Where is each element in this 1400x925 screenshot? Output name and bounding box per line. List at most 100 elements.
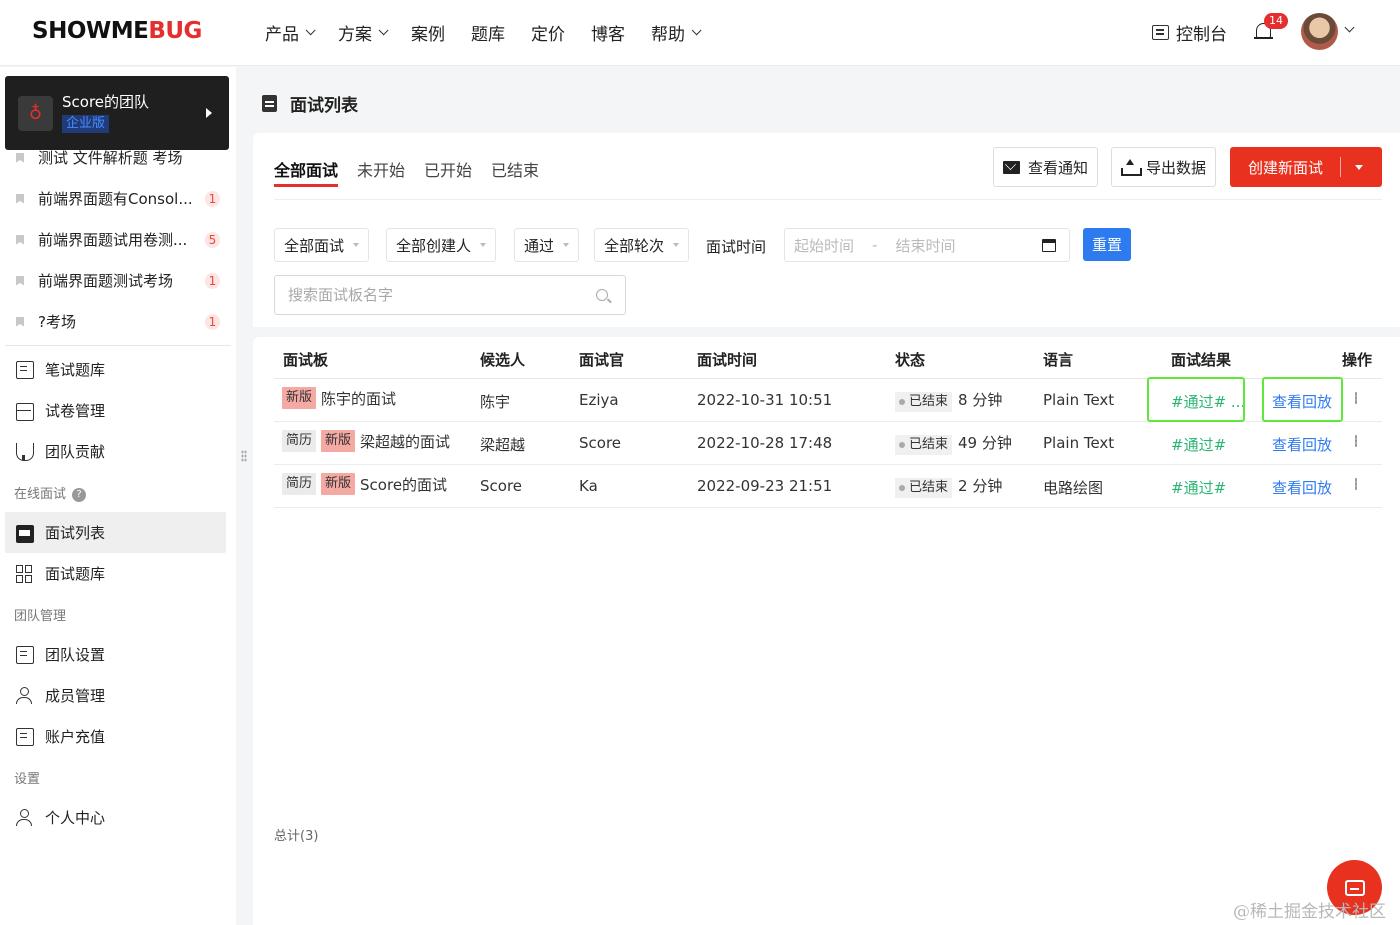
sidebar-exam-item[interactable]: 前端界面题测试考场 1	[0, 260, 236, 301]
avatar[interactable]	[1301, 13, 1338, 50]
chevron-down-icon[interactable]	[1344, 22, 1355, 33]
view-notifications-button[interactable]: 查看通知	[993, 147, 1099, 187]
interview-board-cell[interactable]: 简历 新版 Score的面试	[282, 473, 447, 495]
count-badge: 1	[205, 191, 220, 207]
section-settings: 设置	[0, 757, 236, 797]
team-tier-badge: 企业版	[62, 115, 110, 133]
nav-label: 题库	[471, 25, 505, 45]
sidebar-exam-item[interactable]: ?考场 1	[0, 301, 236, 342]
nav-cases[interactable]: 案例	[411, 20, 445, 45]
section-online-interview: 在线面试?	[0, 472, 236, 512]
more-options-icon[interactable]	[1355, 435, 1357, 447]
interview-table-panel: 面试板 候选人 面试官 面试时间 状态 语言 面试结果 操作 新版 陈宇的面试 …	[253, 337, 1400, 925]
sidebar-item-interview-list[interactable]: 面试列表	[5, 512, 226, 553]
more-options-icon[interactable]	[1355, 478, 1357, 490]
interview-board-name[interactable]: 梁超越的面试	[360, 431, 450, 452]
export-data-button[interactable]: 导出数据	[1111, 147, 1217, 187]
nav-label: 定价	[531, 25, 565, 45]
sidebar-item-label: 成员管理	[45, 687, 106, 705]
range-separator: -	[872, 236, 878, 254]
interview-board-name[interactable]: Score的面试	[360, 474, 447, 495]
date-range-picker[interactable]: 起始时间 - 结束时间	[784, 228, 1070, 262]
nav-help[interactable]: 帮助	[651, 20, 702, 45]
sidebar-item-recharge[interactable]: 账户充值	[0, 716, 236, 757]
nav-solutions[interactable]: 方案	[338, 20, 389, 45]
interview-board-cell[interactable]: 新版 陈宇的面试	[282, 387, 396, 409]
sidebar-exam-label: 测试 文件解析题 考场	[38, 149, 183, 167]
sidebar-item-written-bank[interactable]: 笔试题库	[0, 349, 236, 390]
sidebar-item-papers[interactable]: 试卷管理	[0, 390, 236, 431]
resume-tag[interactable]: 简历	[282, 473, 317, 495]
tab-ended[interactable]: 已结束	[491, 157, 539, 187]
sidebar-item-label: 笔试题库	[45, 361, 106, 379]
console-icon	[1152, 25, 1169, 40]
button-label: 查看通知	[1028, 158, 1089, 177]
status-cell: 已结束 49 分钟	[895, 432, 1012, 455]
creator-select[interactable]: 全部创建人	[386, 228, 497, 262]
document-icon	[16, 360, 34, 379]
total-count: 总计(3)	[274, 829, 319, 844]
search-input[interactable]	[288, 286, 578, 304]
sidebar-item-team-settings[interactable]: 团队设置	[0, 634, 236, 675]
select-value: 全部轮次	[604, 236, 665, 255]
caret-down-icon	[673, 243, 680, 247]
start-date-input[interactable]: 起始时间	[794, 235, 854, 256]
result-cell[interactable]: #通过#	[1171, 434, 1226, 455]
interview-time-label: 面试时间	[706, 238, 767, 256]
sidebar-item-interview-bank[interactable]: 面试题库	[0, 553, 236, 594]
reset-button[interactable]: 重置	[1083, 228, 1131, 261]
resize-handle[interactable]	[241, 450, 247, 462]
end-date-input[interactable]: 结束时间	[895, 235, 955, 256]
tab-started[interactable]: 已开始	[424, 157, 472, 187]
sidebar-exam-item[interactable]: 前端界面题试用卷测... 5	[0, 219, 236, 260]
nav-pricing[interactable]: 定价	[531, 20, 565, 45]
showmebug-logo[interactable]: SHOWMEBUG	[32, 18, 202, 44]
nav-blog[interactable]: 博客	[591, 20, 625, 45]
calendar-icon	[1042, 239, 1056, 252]
filter-panel: 全部面试 未开始 已开始 已结束 查看通知 导出数据 创建新面试 全部面试 全部…	[253, 133, 1400, 327]
grid-icon	[16, 564, 34, 583]
table-row[interactable]: 简历 新版 梁超越的面试 梁超越 Score 2022-10-28 17:48 …	[274, 422, 1382, 465]
tab-all[interactable]: 全部面试	[274, 157, 339, 187]
status-badge: 已结束	[895, 392, 953, 412]
more-options-icon[interactable]	[1355, 392, 1357, 404]
top-navigation: SHOWMEBUG 产品 方案 案例 题库 定价 博客 帮助 控制台 14	[0, 0, 1400, 66]
tab-not-started[interactable]: 未开始	[357, 157, 405, 187]
team-switcher[interactable]: ♁ Score的团队 企业版	[5, 76, 229, 150]
sidebar-item-label: 团队贡献	[45, 443, 106, 461]
search-icon[interactable]	[596, 289, 608, 301]
nav-label: 帮助	[651, 25, 685, 45]
chevron-down-icon	[305, 25, 316, 36]
select-value: 全部创建人	[396, 236, 472, 255]
round-select[interactable]: 全部轮次	[594, 228, 690, 262]
upload-icon	[1121, 158, 1142, 176]
nav-question-bank[interactable]: 题库	[471, 20, 505, 45]
table-row[interactable]: 简历 新版 Score的面试 Score Ka 2022-09-23 21:51…	[274, 465, 1382, 508]
result-select[interactable]: 通过	[514, 228, 580, 262]
sidebar-exam-item[interactable]: 前端界面题有Consol... 1	[0, 178, 236, 219]
sidebar-exam-label: ?考场	[38, 313, 76, 331]
interview-board-cell[interactable]: 简历 新版 梁超越的面试	[282, 430, 450, 452]
console-link[interactable]: 控制台	[1152, 20, 1227, 45]
count-badge: 5	[205, 232, 220, 248]
caret-down-icon[interactable]	[1355, 164, 1363, 170]
resume-tag[interactable]: 简历	[282, 430, 317, 452]
nav-label: 方案	[338, 25, 372, 45]
result-cell[interactable]: #通过#	[1171, 477, 1226, 498]
logo-text-accent: BUG	[148, 18, 202, 44]
count-badge: 1	[205, 314, 220, 330]
view-replay-link[interactable]: 查看回放	[1272, 477, 1332, 498]
new-version-tag: 新版	[282, 387, 317, 409]
view-replay-link[interactable]: 查看回放	[1272, 434, 1332, 455]
status-dot	[899, 485, 905, 491]
create-interview-button[interactable]: 创建新面试	[1230, 147, 1382, 187]
interview-type-select[interactable]: 全部面试	[274, 228, 370, 262]
user-icon	[16, 808, 34, 827]
interview-board-name[interactable]: 陈宇的面试	[321, 388, 396, 409]
help-icon[interactable]: ?	[72, 488, 87, 502]
sidebar-item-contribution[interactable]: 团队贡献	[0, 431, 236, 472]
sidebar-item-profile[interactable]: 个人中心	[0, 797, 236, 838]
divider	[274, 199, 1382, 200]
sidebar-item-members[interactable]: 成员管理	[0, 675, 236, 716]
nav-products[interactable]: 产品	[265, 20, 316, 45]
